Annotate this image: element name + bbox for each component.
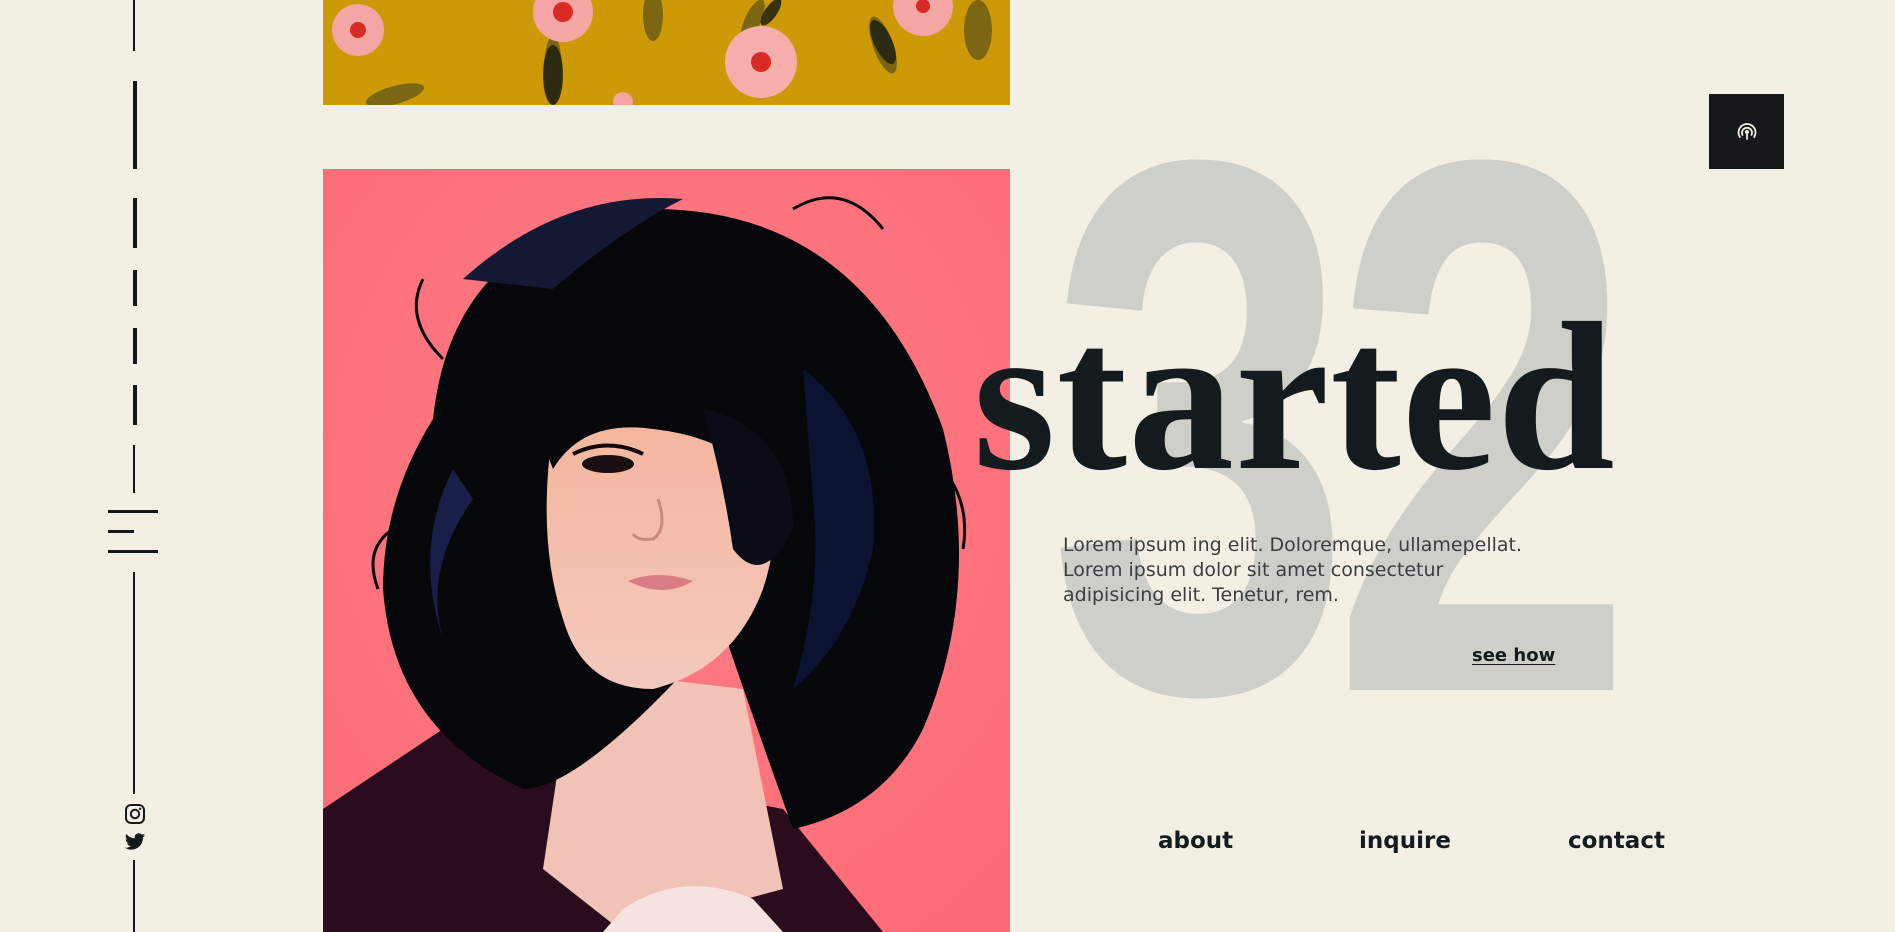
rail-line-top bbox=[133, 0, 135, 51]
nav-about-link[interactable]: about bbox=[1158, 828, 1233, 854]
nav-inquire-link[interactable]: inquire bbox=[1359, 828, 1451, 854]
broadcast-button[interactable] bbox=[1709, 94, 1784, 169]
menu-icon[interactable] bbox=[108, 508, 158, 556]
description-line: Lorem ipsum dolor sit amet consectetur bbox=[1063, 559, 1444, 581]
description-line: Lorem ipsum ing elit. Doloremque, ullame… bbox=[1063, 534, 1523, 556]
instagram-icon[interactable] bbox=[124, 803, 146, 825]
portrait-image bbox=[323, 169, 1010, 932]
nav-contact-link[interactable]: contact bbox=[1568, 828, 1665, 854]
floral-pattern-image bbox=[323, 0, 1010, 105]
rail-dash bbox=[133, 385, 137, 425]
rail-dash bbox=[133, 270, 137, 306]
rail-line bbox=[133, 572, 135, 794]
rail-dash bbox=[133, 198, 137, 248]
see-how-link[interactable]: see how bbox=[1472, 645, 1555, 666]
page: 32 started Lorem ipsum ing elit. Dolorem… bbox=[0, 0, 1895, 932]
hero-headline: started bbox=[973, 279, 1616, 514]
description-line: adipisicing elit. Tenetur, rem. bbox=[1063, 584, 1339, 606]
broadcast-icon bbox=[1737, 123, 1757, 140]
rail-line bbox=[133, 445, 135, 493]
twitter-icon[interactable] bbox=[124, 831, 146, 853]
rail-line-bottom bbox=[133, 860, 135, 932]
rail-dash bbox=[133, 81, 137, 169]
rail-dash bbox=[133, 328, 137, 364]
hero-description: Lorem ipsum ing elit. Doloremque, ullame… bbox=[1063, 533, 1553, 608]
